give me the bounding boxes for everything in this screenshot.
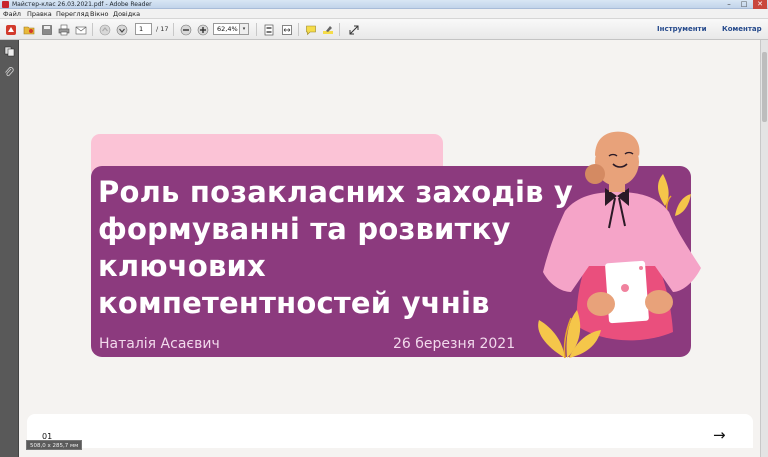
fit-width-icon[interactable]	[279, 22, 294, 37]
tools-button[interactable]: Інструменти	[657, 23, 707, 35]
email-icon[interactable]	[73, 22, 88, 37]
print-icon[interactable]	[56, 22, 71, 37]
comment-button[interactable]: Коментар	[722, 23, 762, 35]
scrollbar-thumb[interactable]	[762, 52, 767, 122]
zoom-in-icon[interactable]	[195, 22, 210, 37]
toolbar-separator	[256, 23, 257, 36]
close-button[interactable]: ✕	[753, 0, 767, 9]
save-icon[interactable]	[39, 22, 54, 37]
maximize-button[interactable]: □	[737, 0, 751, 9]
expand-icon[interactable]	[346, 22, 361, 37]
menu-help[interactable]: Довідка	[113, 9, 140, 19]
next-arrow-icon: →	[713, 426, 726, 444]
toolbar-separator	[298, 23, 299, 36]
highlight-icon[interactable]	[320, 22, 335, 37]
open-icon[interactable]	[21, 22, 36, 37]
slide-title-line: Роль позакласних заходів у	[98, 175, 574, 209]
create-pdf-icon[interactable]	[3, 22, 18, 37]
toolbar-separator	[92, 23, 93, 36]
page-total: / 17	[156, 25, 169, 33]
page-size-indicator: 508,0 x 285,7 мм	[26, 440, 83, 450]
slide-title-line: формуванні та розвитку	[98, 212, 511, 246]
pdf-page: Роль позакласних заходів у формуванні та…	[27, 44, 753, 448]
navigation-panel	[0, 40, 19, 457]
menu-edit[interactable]: Правка	[27, 9, 52, 19]
document-area[interactable]: Роль позакласних заходів у формуванні та…	[19, 40, 760, 457]
zoom-input[interactable]: 62,4%	[213, 23, 240, 35]
pages-panel-icon[interactable]	[3, 45, 16, 58]
comment-icon[interactable]	[303, 22, 318, 37]
page-up-icon[interactable]	[97, 22, 112, 37]
menu-bar: Файл Правка Перегляд Вікно Довідка	[0, 9, 768, 19]
menu-window[interactable]: Вікно	[90, 9, 108, 19]
toolbar: 1 / 17 62,4% ▾ Інструменти Коментар	[0, 19, 768, 40]
minimize-button[interactable]: –	[722, 0, 736, 9]
next-slide-preview	[27, 414, 753, 448]
menu-file[interactable]: Файл	[3, 9, 21, 19]
zoom-dropdown[interactable]: ▾	[240, 23, 249, 35]
teacher-illustration	[538, 131, 701, 359]
window-title: Майстер-клас 26.03.2021.pdf - Adobe Read…	[12, 1, 152, 8]
vertical-scrollbar[interactable]	[760, 40, 768, 457]
author-name: Наталія Асаєвич	[99, 336, 220, 352]
fit-page-icon[interactable]	[261, 22, 276, 37]
toolbar-separator	[339, 23, 340, 36]
page-down-icon[interactable]	[114, 22, 129, 37]
page-number-input[interactable]: 1	[135, 23, 152, 35]
toolbar-separator	[173, 23, 174, 36]
slide-title-line: компетентностей учнів	[98, 286, 490, 320]
menu-view[interactable]: Перегляд	[56, 9, 89, 19]
zoom-out-icon[interactable]	[178, 22, 193, 37]
slide-title-line: ключових	[98, 249, 266, 283]
acrobat-app-icon	[2, 1, 9, 8]
title-bar: Майстер-клас 26.03.2021.pdf - Adobe Read…	[0, 0, 768, 9]
presentation-date: 26 березня 2021	[393, 336, 516, 352]
slide-title: Роль позакласних заходів у формуванні та…	[98, 174, 574, 322]
attachments-icon[interactable]	[3, 66, 16, 79]
